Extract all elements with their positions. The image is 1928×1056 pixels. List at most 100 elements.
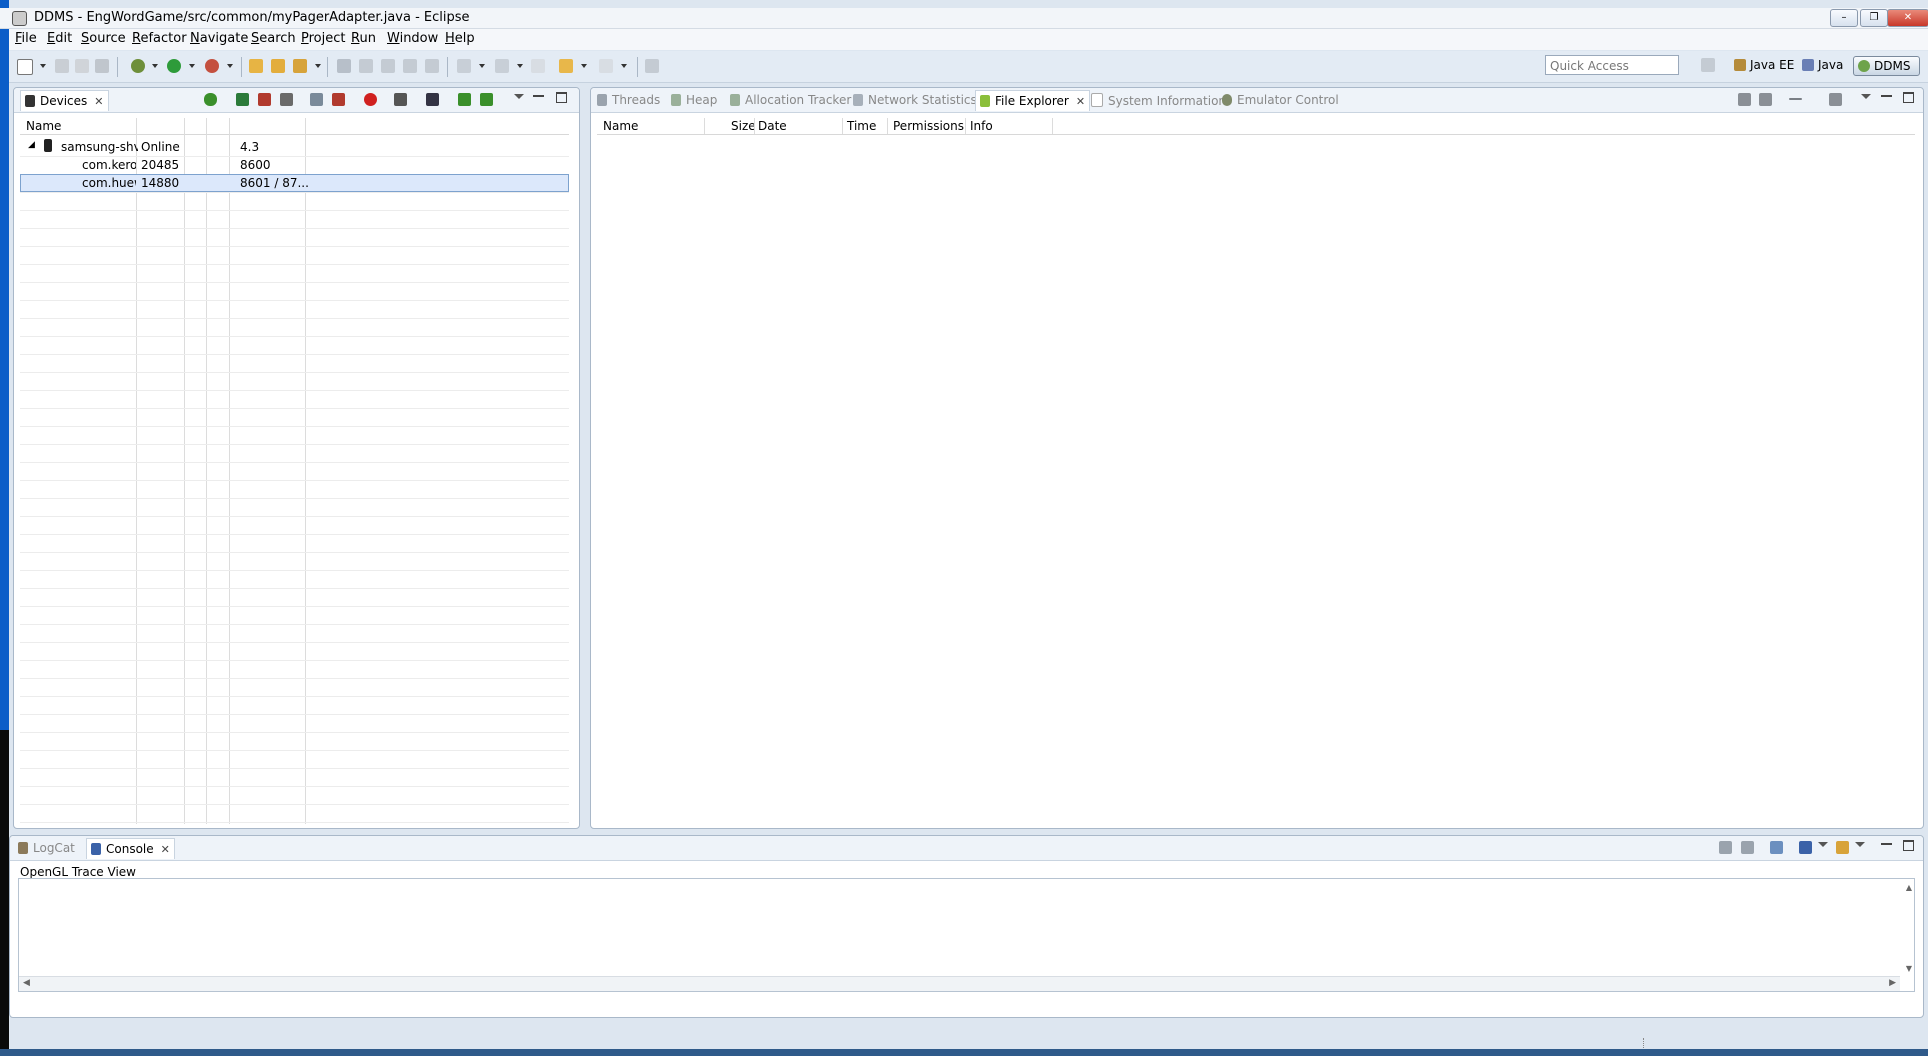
- dump-view-hierarchy-icon[interactable]: [426, 93, 439, 106]
- new-folder-icon[interactable]: [1829, 93, 1842, 106]
- block-selection-icon[interactable]: [403, 59, 417, 73]
- display-console-icon[interactable]: [1799, 841, 1812, 854]
- column-size[interactable]: Size: [731, 119, 756, 133]
- view-menu-icon[interactable]: [514, 94, 524, 99]
- menu-help[interactable]: Help: [445, 31, 475, 46]
- forward-dropdown-icon[interactable]: [621, 64, 627, 68]
- scroll-left-icon[interactable]: ◀: [23, 978, 30, 988]
- horizontal-scrollbar[interactable]: ◀ ▶: [19, 976, 1900, 991]
- run-icon[interactable]: [167, 59, 181, 73]
- perspective-ddms[interactable]: DDMS: [1853, 56, 1920, 76]
- open-resource-icon[interactable]: [271, 59, 285, 73]
- close-icon[interactable]: ✕: [161, 843, 170, 856]
- scroll-up-icon[interactable]: ▲: [1906, 883, 1912, 892]
- toggle-mark-icon[interactable]: [381, 59, 395, 73]
- dump-hprof-icon[interactable]: [258, 93, 271, 106]
- perspective-java[interactable]: Java: [1802, 58, 1843, 72]
- scroll-right-icon[interactable]: ▶: [1889, 978, 1896, 988]
- delete-icon[interactable]: [1789, 98, 1802, 100]
- debug-dropdown-icon[interactable]: [152, 64, 158, 68]
- menu-refactor[interactable]: Refactor: [132, 31, 187, 46]
- maximize-panel-icon[interactable]: [1903, 840, 1914, 851]
- last-edit-dropdown-icon[interactable]: [517, 64, 523, 68]
- tab-heap[interactable]: Heap: [671, 93, 717, 107]
- tab-file-explorer[interactable]: File Explorer ✕: [975, 90, 1091, 111]
- pin-editor-icon[interactable]: [645, 59, 659, 73]
- column-date[interactable]: Date: [758, 119, 787, 133]
- scroll-lock-icon[interactable]: [1741, 841, 1754, 854]
- menu-navigate[interactable]: Navigate: [190, 31, 248, 46]
- close-icon[interactable]: ✕: [94, 95, 103, 108]
- minimize-panel-icon[interactable]: [1881, 843, 1892, 845]
- tab-logcat[interactable]: LogCat: [18, 841, 75, 855]
- menu-window[interactable]: Window: [387, 31, 438, 46]
- clear-console-icon[interactable]: [1719, 841, 1732, 854]
- table-row[interactable]: com.huew 14880 8601 / 87...: [20, 174, 569, 192]
- view-menu-icon[interactable]: [1861, 94, 1871, 99]
- menu-source[interactable]: Source: [81, 31, 126, 46]
- new-icon[interactable]: [17, 59, 33, 75]
- menu-edit[interactable]: Edit: [47, 31, 72, 46]
- external-tools-dropdown-icon[interactable]: [227, 64, 233, 68]
- close-button[interactable]: ✕: [1887, 9, 1928, 27]
- show-whitespace-icon[interactable]: [425, 59, 439, 73]
- open-type-icon[interactable]: [249, 59, 263, 73]
- opengl-trace-icon[interactable]: [480, 93, 493, 106]
- table-row[interactable]: ◢ samsung-shv Online 4.3: [20, 138, 569, 156]
- tab-threads[interactable]: Threads: [597, 93, 660, 107]
- tab-allocation-tracker[interactable]: Allocation Tracker: [730, 93, 851, 107]
- start-method-profiling-icon[interactable]: [332, 93, 345, 106]
- screen-capture-icon[interactable]: [394, 93, 407, 106]
- tab-emulator-control[interactable]: Emulator Control: [1222, 93, 1339, 107]
- next-edit-icon[interactable]: [457, 59, 471, 73]
- pull-file-icon[interactable]: [1738, 93, 1751, 106]
- display-console-dropdown-icon[interactable]: [1818, 842, 1828, 847]
- menu-project[interactable]: Project: [301, 31, 346, 46]
- debug-icon[interactable]: [131, 59, 145, 73]
- expand-triangle-icon[interactable]: ◢: [28, 140, 35, 150]
- next-edit-dropdown-icon[interactable]: [479, 64, 485, 68]
- column-name[interactable]: Name: [26, 119, 61, 133]
- update-threads-icon[interactable]: [310, 93, 323, 106]
- close-icon[interactable]: ✕: [1076, 95, 1085, 108]
- column-name[interactable]: Name: [603, 119, 638, 133]
- open-perspective-icon[interactable]: [1701, 58, 1715, 72]
- minimize-button[interactable]: –: [1830, 9, 1858, 27]
- column-info[interactable]: Info: [970, 119, 993, 133]
- column-permissions[interactable]: Permissions: [893, 119, 964, 133]
- menu-search[interactable]: Search: [251, 31, 296, 46]
- next-annotation-icon[interactable]: [337, 59, 351, 73]
- tab-system-information[interactable]: System Information: [1091, 93, 1226, 108]
- last-edit-icon[interactable]: [495, 59, 509, 73]
- debug-process-icon[interactable]: [204, 93, 217, 106]
- print-icon[interactable]: [95, 59, 109, 73]
- quick-access-input[interactable]: Quick Access: [1545, 55, 1679, 75]
- previous-annotation-icon[interactable]: [359, 59, 373, 73]
- cause-gc-icon[interactable]: [280, 93, 293, 106]
- minimize-panel-icon[interactable]: [1881, 95, 1892, 97]
- systrace-icon[interactable]: [458, 93, 471, 106]
- external-tools-icon[interactable]: [205, 59, 219, 73]
- maximize-panel-icon[interactable]: [1903, 92, 1914, 103]
- tab-console[interactable]: Console ✕: [86, 838, 175, 859]
- search-icon[interactable]: [293, 59, 307, 73]
- menu-run[interactable]: Run: [351, 31, 376, 46]
- stop-process-icon[interactable]: [364, 93, 377, 106]
- search-dropdown-icon[interactable]: [315, 64, 321, 68]
- scroll-down-icon[interactable]: ▼: [1906, 964, 1912, 973]
- perspective-java-ee[interactable]: Java EE: [1734, 58, 1794, 72]
- push-file-icon[interactable]: [1759, 93, 1772, 106]
- update-heap-icon[interactable]: [236, 93, 249, 106]
- pin-console-icon[interactable]: [1770, 841, 1783, 854]
- menu-file[interactable]: File: [15, 31, 37, 46]
- forward-icon[interactable]: [599, 59, 613, 73]
- open-console-icon[interactable]: [1836, 841, 1849, 854]
- tab-devices[interactable]: Devices ✕: [20, 90, 109, 111]
- console-output[interactable]: ▲ ▼ ◀ ▶: [18, 878, 1915, 992]
- column-time[interactable]: Time: [847, 119, 876, 133]
- minimize-panel-icon[interactable]: [533, 95, 544, 97]
- new-dropdown-icon[interactable]: [40, 64, 46, 68]
- restore-button[interactable]: ❐: [1860, 9, 1888, 27]
- back-icon[interactable]: [559, 59, 573, 73]
- tab-network-statistics[interactable]: Network Statistics: [853, 93, 977, 107]
